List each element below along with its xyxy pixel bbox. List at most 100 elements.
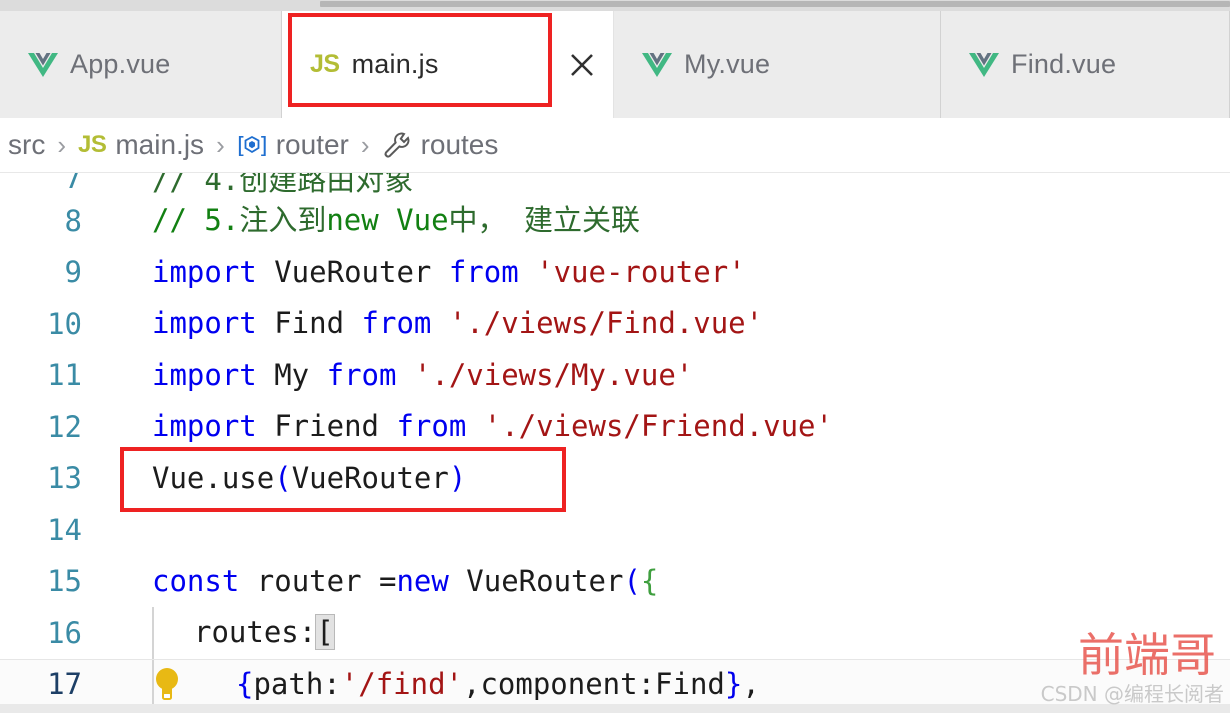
- token-identifier: router =: [239, 563, 397, 598]
- vscode-editor-window: App.vue JS main.js My.vue Find.vue src ›…: [0, 0, 1230, 713]
- tab-label: main.js: [351, 49, 439, 79]
- line-content: import Find from './views/Find.vue': [98, 309, 763, 338]
- tab-main-js[interactable]: JS main.js: [282, 11, 614, 118]
- token-string: '/find': [340, 666, 463, 701]
- line-number: 7: [64, 173, 82, 195]
- window-top-scrollbar[interactable]: [0, 0, 1230, 11]
- token-keyword-import: import: [152, 357, 257, 392]
- line-number: 11: [47, 358, 82, 393]
- token-string: './views/My.vue': [396, 357, 694, 392]
- token-keyword-from: from: [326, 357, 397, 392]
- breadcrumb-item-routes[interactable]: routes: [382, 129, 499, 161]
- tab-find-vue[interactable]: Find.vue: [941, 11, 1230, 118]
- tab-label: App.vue: [70, 49, 171, 79]
- line-content: import Friend from './views/Friend.vue': [98, 412, 833, 441]
- token-paren-open: (: [623, 563, 641, 598]
- code-line[interactable]: 15 const router =new VueRouter({: [0, 556, 1230, 608]
- line-number: 14: [47, 512, 82, 547]
- bottom-strip: [0, 704, 1230, 713]
- code-line[interactable]: 11 import My from './views/My.vue': [0, 350, 1230, 402]
- token-brace-close: }: [724, 666, 743, 701]
- line-number: 8: [64, 203, 82, 238]
- token-identifier: VueRouter: [256, 254, 449, 289]
- token-keyword-new: new: [396, 563, 449, 598]
- token-keyword-from: from: [361, 306, 432, 341]
- line-number: 17: [47, 667, 82, 702]
- code-line[interactable]: 13 Vue.use(VueRouter): [0, 453, 1230, 505]
- line-number: 9: [64, 255, 82, 290]
- breadcrumb-separator: ›: [360, 129, 370, 160]
- code-editor[interactable]: 7 // 4.创建路由对象 8 // 5.注入到new Vue中， 建立关联 9…: [0, 173, 1230, 713]
- code-line[interactable]: 16 routes:[: [0, 607, 1230, 659]
- line-number: 12: [47, 409, 82, 444]
- token-comment-slashes: //: [152, 203, 205, 238]
- line-content: import VueRouter from 'vue-router': [98, 254, 746, 289]
- scrollbar-thumb[interactable]: [320, 1, 1230, 7]
- close-icon[interactable]: [567, 50, 597, 80]
- vue-icon: [642, 52, 672, 78]
- tab-my-vue[interactable]: My.vue: [614, 11, 941, 118]
- line-number: 10: [47, 306, 82, 341]
- code-line[interactable]: 8 // 5.注入到new Vue中， 建立关联: [0, 195, 1230, 247]
- token-string: './views/Friend.vue': [466, 409, 833, 444]
- token-comment-en: new Vue: [326, 203, 449, 238]
- line-content: // 4.创建路由对象: [152, 173, 414, 197]
- breadcrumb-label: router: [275, 129, 349, 160]
- token-paren-open: (: [274, 460, 292, 495]
- code-line[interactable]: 9 import VueRouter from 'vue-router': [0, 247, 1230, 299]
- vue-icon: [969, 52, 999, 78]
- code-line-current[interactable]: 17 {path:'/find',component:Find},: [0, 658, 1230, 711]
- breadcrumb: src › JS main.js › [ ] router › routes: [0, 118, 1230, 173]
- wrench-icon: [382, 131, 412, 160]
- token-property-routes: routes:: [194, 615, 317, 650]
- line-number: 13: [47, 461, 82, 496]
- token-bracket-open-highlighted: [: [315, 614, 335, 651]
- js-icon: JS: [78, 131, 107, 158]
- line-number: 16: [47, 615, 82, 650]
- lightbulb-quickfix-icon[interactable]: [150, 665, 184, 703]
- breadcrumb-item-router[interactable]: [ ] router: [237, 129, 349, 161]
- token-string: 'vue-router': [518, 254, 746, 289]
- line-number: 15: [47, 564, 82, 599]
- tab-label: My.vue: [684, 49, 771, 79]
- token-brace-open: {: [236, 666, 254, 701]
- breadcrumb-label: main.js: [115, 129, 205, 160]
- token-keyword-from: from: [448, 254, 519, 289]
- breadcrumb-separator: ›: [216, 129, 225, 160]
- line-content: import My from './views/My.vue': [98, 357, 694, 392]
- svg-text:]: ]: [259, 134, 267, 159]
- code-line[interactable]: 10 import Find from './views/Find.vue': [0, 298, 1230, 350]
- token-identifier: VueRouter: [291, 460, 449, 495]
- breadcrumb-label: routes: [420, 129, 499, 160]
- vue-icon: [28, 52, 58, 78]
- token-string: './views/Find.vue': [431, 306, 764, 341]
- breadcrumb-item-main-js[interactable]: JS main.js: [78, 129, 204, 161]
- token-keyword-import: import: [152, 254, 257, 289]
- breadcrumb-item-src[interactable]: src: [8, 129, 45, 161]
- token-comment-cjk: 中，: [448, 203, 525, 238]
- token-comment-cjk: 建立关联: [524, 203, 641, 238]
- line-content: const router =new VueRouter({: [98, 563, 659, 598]
- code-line[interactable]: 14: [0, 504, 1230, 556]
- token-paren-close: ): [448, 460, 467, 495]
- tab-label: Find.vue: [1011, 49, 1117, 79]
- token-comment-cjk: 注入到: [239, 203, 327, 238]
- js-icon: JS: [310, 50, 340, 78]
- indent-guide: [152, 607, 154, 659]
- svg-text:[: [: [237, 134, 246, 159]
- line-content: // 5.注入到new Vue中， 建立关联: [98, 206, 640, 235]
- tab-app-vue[interactable]: App.vue: [0, 11, 282, 118]
- token-property-path: path:: [253, 666, 341, 701]
- line-content: Vue.use(VueRouter): [98, 460, 467, 495]
- cube-icon: [ ]: [237, 131, 268, 159]
- token-property-component: ,component:Find: [463, 666, 725, 701]
- code-line[interactable]: 7 // 4.创建路由对象: [0, 173, 1230, 195]
- breadcrumb-separator: ›: [57, 129, 66, 160]
- token-brace-open: {: [640, 563, 659, 598]
- breadcrumb-label: src: [8, 129, 46, 160]
- token-identifier: VueRouter: [448, 563, 624, 598]
- token-keyword-import: import: [152, 306, 257, 341]
- token-comment-number: 5.: [204, 203, 240, 238]
- token-identifier: My: [256, 357, 327, 392]
- code-line[interactable]: 12 import Friend from './views/Friend.vu…: [0, 401, 1230, 453]
